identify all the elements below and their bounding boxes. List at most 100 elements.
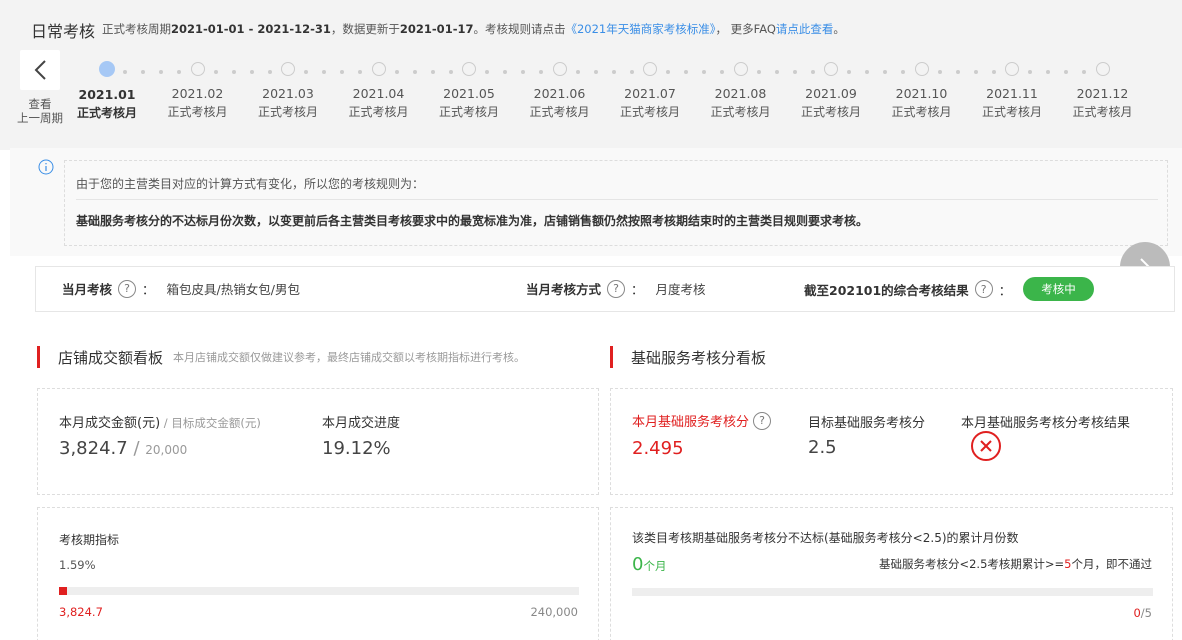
period-label: 考核期指标 (59, 533, 120, 547)
month-node-icon (1005, 62, 1019, 76)
info-icon (38, 159, 54, 175)
month-type: 正式考核月 (76, 106, 137, 120)
timeline-month-2021-07[interactable]: 2021.07 正式考核月 (610, 62, 690, 120)
notice-line-2: 基础服务考核分的不达标月份次数，以变更前后各主营类目考核要求中的最宽标准为准，店… (76, 214, 869, 228)
month-node-icon (462, 62, 476, 76)
timeline-month-2021-09[interactable]: 2021.09 正式考核月 (791, 62, 871, 120)
month-date: 2021.10 (895, 86, 948, 101)
help-icon[interactable]: ? (974, 280, 993, 298)
period-target-value: 240,000 (530, 605, 578, 619)
timeline-month-2021-10[interactable]: 2021.10 正式考核月 (882, 62, 962, 120)
timeline-month-2021-08[interactable]: 2021.08 正式考核月 (701, 62, 781, 120)
month-node-icon (1095, 62, 1110, 76)
service-board-header: 基础服务考核分看板 (610, 346, 766, 368)
category-value: 箱包皮具/热销女包/男包 (166, 282, 300, 297)
month-date: 2021.03 (262, 86, 314, 101)
service-monthly-card: 本月基础服务考核分 ? 2.495 目标基础服务考核分 2.5 本月基础服务考核… (610, 388, 1173, 495)
month-type: 正式考核月 (800, 105, 861, 119)
help-icon[interactable]: ? (118, 279, 137, 298)
target-score-label: 目标基础服务考核分 (808, 416, 926, 431)
count-progress-bar (632, 588, 1153, 596)
month-date: 2021.12 (1076, 86, 1129, 101)
month-node-icon (914, 62, 929, 76)
period-percent: 1.59% (59, 558, 96, 572)
month-date: 2021.04 (352, 86, 405, 101)
amount-value: 3,824.7 / 20,000 (59, 438, 188, 459)
month-date: 2021.09 (805, 86, 857, 101)
result-info: 截至202101的综合考核结果 ? ： 考核中 (804, 277, 1094, 301)
fail-icon (971, 431, 1001, 461)
month-node-icon (552, 62, 567, 76)
period-current-value: 3,824.7 (59, 605, 103, 619)
sales-monthly-card: 本月成交金额(元) / 目标成交金额(元) 3,824.7 / 20,000 本… (37, 388, 599, 495)
month-date: 2021.06 (533, 86, 586, 101)
month-type: 正式考核月 (167, 105, 228, 119)
month-node-icon (371, 62, 386, 76)
assessment-info-bar: 当月考核 ? ： 箱包皮具/热销女包/男包 当月考核方式 ? ： 月度考核 截至… (35, 266, 1175, 312)
count-value: 0 (632, 554, 644, 575)
timeline-month-2021-05[interactable]: 2021.05 正式考核月 (429, 62, 509, 120)
timeline-month-2021-12[interactable]: 2021.12 正式考核月 (1063, 62, 1143, 120)
help-icon[interactable]: ? (607, 279, 626, 298)
progress-label: 本月成交进度 (322, 416, 401, 431)
month-date: 2021.07 (624, 86, 676, 101)
month-date: 2021.08 (714, 86, 767, 101)
timeline-month-2021-04[interactable]: 2021.04 正式考核月 (339, 62, 419, 120)
month-type: 正式考核月 (529, 105, 590, 119)
month-node-icon (643, 62, 657, 76)
faq-link[interactable]: 请点此查看 (776, 22, 834, 36)
fail-rule: 基础服务考核分<2.5考核期累计>=5个月，即不通过 (878, 557, 1152, 571)
timeline-month-2021-01[interactable]: 2021.01 正式考核月 (67, 61, 147, 121)
service-period-card: 该类目考核期基础服务考核分不达标(基础服务考核分<2.5)的累计月份数 0个月 … (610, 507, 1173, 640)
timeline-month-2021-11[interactable]: 2021.11 正式考核月 (972, 62, 1052, 120)
count-unit: 个月 (643, 559, 667, 573)
section-accent-bar (610, 346, 613, 368)
previous-period-button[interactable] (20, 50, 60, 90)
timeline-month-2021-03[interactable]: 2021.03 正式考核月 (248, 62, 328, 120)
sales-board-subtitle: 本月店铺成交额仅做建议参考，最终店铺成交额以考核期指标进行考核。 (173, 351, 526, 364)
method-value: 月度考核 (655, 282, 706, 297)
month-date: 2021.11 (986, 86, 1038, 101)
period-info: 正式考核周期2021-01-01 - 2021-12-31，数据更新于2021-… (102, 22, 845, 36)
rules-link[interactable]: 《2021年天猫商家考核标准》 (565, 22, 715, 36)
month-date: 2021.01 (78, 87, 136, 102)
rules-notice: 由于您的主营类目对应的计算方式有变化，所以您的考核规则为： 基础服务考核分的不达… (64, 160, 1168, 246)
month-type: 正式考核月 (891, 105, 952, 119)
target-score-value: 2.5 (808, 437, 837, 458)
month-type: 正式考核月 (710, 105, 771, 119)
sales-board-header: 店铺成交额看板 本月店铺成交额仅做建议参考，最终店铺成交额以考核期指标进行考核。 (37, 346, 525, 368)
section-accent-bar (37, 346, 40, 368)
page-title: 日常考核 (31, 22, 96, 41)
month-date: 2021.05 (443, 86, 495, 101)
score-value: 2.495 (632, 438, 684, 459)
month-date: 2021.02 (171, 86, 224, 101)
score-label-wrap: 本月基础服务考核分 ? (632, 411, 777, 430)
notice-line-1: 由于您的主营类目对应的计算方式有变化，所以您的考核规则为： (76, 177, 425, 191)
amount-label: 本月成交金额(元) / 目标成交金额(元) (59, 416, 261, 431)
period-progress-fill (59, 587, 68, 595)
method-info: 当月考核方式 ? ： 月度考核 (526, 279, 706, 298)
count-label: 该类目考核期基础服务考核分不达标(基础服务考核分<2.5)的累计月份数 (632, 531, 1019, 545)
month-type: 正式考核月 (438, 105, 499, 119)
month-type: 正式考核月 (981, 105, 1042, 119)
result-label: 本月基础服务考核分考核结果 (961, 416, 1131, 431)
help-icon[interactable]: ? (753, 411, 772, 430)
month-type: 正式考核月 (348, 105, 409, 119)
count-value-wrap: 0个月 (632, 554, 666, 575)
month-type: 正式考核月 (1072, 105, 1133, 119)
service-board-title: 基础服务考核分看板 (631, 348, 767, 367)
sales-period-card: 考核期指标 1.59% 3,824.7 240,000 (37, 507, 599, 640)
month-type: 正式考核月 (619, 105, 680, 119)
result-label: 截至202101的综合考核结果 (804, 282, 969, 298)
month-node-icon (99, 61, 115, 77)
previous-period-label[interactable]: 查看 上一周期 (14, 97, 66, 125)
month-node-icon (824, 62, 838, 76)
category-label: 当月考核 (62, 282, 113, 297)
chevron-left-icon (34, 60, 46, 80)
timeline-month-2021-06[interactable]: 2021.06 正式考核月 (520, 62, 600, 120)
month-node-icon (281, 62, 295, 76)
progress-value: 19.12% (322, 438, 391, 459)
month-node-icon (190, 62, 205, 76)
timeline-month-2021-02[interactable]: 2021.02 正式考核月 (158, 62, 238, 120)
count-ratio: 0/5 (1133, 606, 1152, 620)
